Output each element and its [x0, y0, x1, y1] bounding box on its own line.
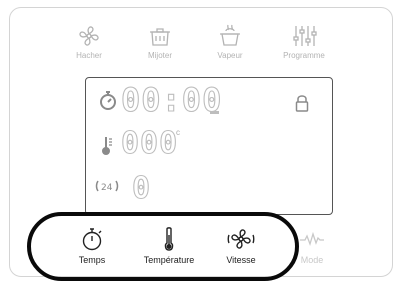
- mode-label: Vapeur: [217, 51, 243, 60]
- thermometer-display-icon: [102, 137, 112, 155]
- mode-hacher-button[interactable]: Hacher: [52, 23, 126, 60]
- temperature-unit: c: [176, 128, 180, 137]
- mode-mijoter-button[interactable]: Mijoter: [123, 23, 197, 60]
- svg-text:24: 24: [101, 183, 113, 193]
- stopwatch-icon: [100, 91, 116, 110]
- speed-readout: 0: [131, 170, 152, 206]
- pot-icon: [150, 28, 170, 46]
- mode-label: Programme: [283, 51, 325, 60]
- mode-label: Hacher: [76, 51, 102, 60]
- temperature-readout: 000: [120, 125, 179, 161]
- cursor-underscore: [210, 111, 219, 114]
- mode-label: Mijoter: [147, 51, 172, 60]
- sliders-icon: [293, 26, 317, 46]
- wave-icon: [300, 231, 324, 247]
- lcd-display: 00:00 000 c 24 0: [85, 77, 333, 215]
- steam-basket-icon: [220, 24, 240, 46]
- lock-icon: [295, 95, 309, 112]
- time-readout: 00:00: [120, 80, 223, 119]
- blade-icon: [79, 26, 99, 46]
- speed-icon: 24: [95, 180, 119, 193]
- mode-vapeur-button[interactable]: Vapeur: [193, 23, 267, 60]
- mode-programme-button[interactable]: Programme: [267, 23, 341, 60]
- highlight-ellipse: [27, 212, 299, 281]
